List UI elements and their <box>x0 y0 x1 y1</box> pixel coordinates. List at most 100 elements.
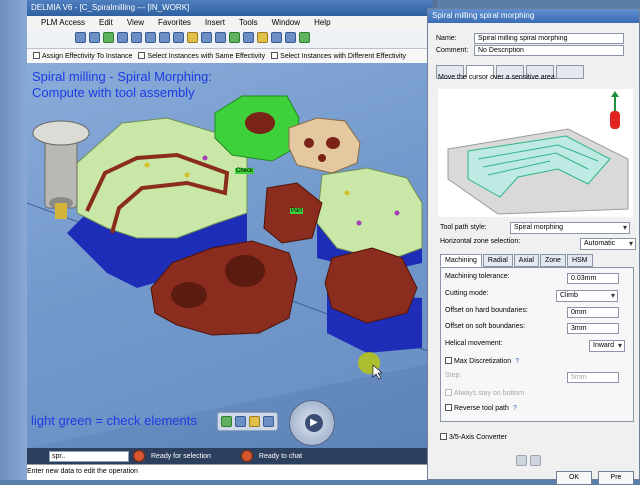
redo-icon[interactable] <box>89 32 100 43</box>
menu-view[interactable]: View <box>127 18 144 29</box>
reverse-tool-path-label: Reverse tool path <box>454 405 509 412</box>
name-label: Name: <box>436 35 457 42</box>
menu-tools[interactable]: Tools <box>239 18 258 29</box>
always-stay-label: Always stay on bottom <box>454 390 525 397</box>
name-field[interactable] <box>474 33 624 44</box>
replay-icon[interactable] <box>235 416 246 427</box>
geometry-preview[interactable] <box>438 89 633 217</box>
analysis-icon[interactable] <box>263 416 274 427</box>
checkbox-icon <box>138 52 146 59</box>
prompt-line: Enter new data to edit the operation <box>27 464 433 480</box>
menu-window[interactable]: Window <box>272 18 300 29</box>
tab-zone[interactable]: Zone <box>539 254 566 267</box>
tolerance-field[interactable] <box>567 273 619 284</box>
reverse-tool-path-option[interactable]: Reverse tool path? <box>445 404 517 412</box>
simulate-icon[interactable] <box>249 416 260 427</box>
tab-radial[interactable]: Radial <box>482 254 513 267</box>
assign-effectivity-option[interactable]: Assign Effectivity To Instance <box>33 52 132 63</box>
step-label: Step: <box>445 372 462 379</box>
help-icon[interactable]: ? <box>513 405 517 412</box>
left-taskbar-strip <box>0 0 27 480</box>
soft-boundaries-label: Offset on soft boundaries: <box>445 323 526 330</box>
tolerance-label: Machining tolerance: <box>445 273 510 280</box>
checkbox-icon <box>440 433 447 440</box>
tab-axial[interactable]: Axial <box>513 254 539 267</box>
operation-dialog: Spiral milling spiral morphing Name: Com… <box>427 8 640 485</box>
properties-icon[interactable] <box>257 32 268 43</box>
preview-button[interactable]: Pre <box>598 471 634 485</box>
status-bar: Ready for selection Ready to chat <box>27 448 433 464</box>
tab-macros[interactable] <box>556 65 584 79</box>
legend-text: light green = check elements <box>31 413 197 428</box>
status-selection-icon <box>133 450 145 462</box>
soft-boundaries-field[interactable] <box>567 323 619 334</box>
axis-converter-option[interactable]: 3/5-Axis Converter <box>440 433 507 441</box>
undo-icon[interactable] <box>75 32 86 43</box>
arrow-icon[interactable] <box>221 416 232 427</box>
cutting-mode-label: Cutting mode: <box>445 290 489 297</box>
horizontal-zone-select[interactable]: Automatic <box>580 238 636 250</box>
navigation-compass[interactable]: ▶ <box>289 400 335 446</box>
replay-tool-icon[interactable] <box>516 455 527 466</box>
tree-icon[interactable] <box>285 32 296 43</box>
effectivity-toolbar: Assign Effectivity To Instance Select In… <box>27 49 433 63</box>
overlay-title-line2: Compute with tool assembly <box>32 85 195 100</box>
comment-field[interactable] <box>474 45 624 56</box>
normal-view-icon[interactable] <box>173 32 184 43</box>
share-icon[interactable] <box>299 32 310 43</box>
cutting-mode-select[interactable]: Climb <box>556 290 618 302</box>
comment-label: Comment: <box>436 47 469 54</box>
hint-text: Move the cursor over a sensitive area. <box>438 74 557 81</box>
search-icon[interactable] <box>271 32 282 43</box>
pan-icon[interactable] <box>117 32 128 43</box>
axis-converter-label: 3/5-Axis Converter <box>449 434 507 441</box>
overlay-title-line1: Spiral milling - Spiral Morphing: <box>32 69 212 84</box>
menu-insert[interactable]: Insert <box>205 18 225 29</box>
model-geometry[interactable] <box>27 63 433 448</box>
checkbox-icon <box>445 404 452 411</box>
rotate-icon[interactable] <box>131 32 142 43</box>
hard-boundaries-label: Offset on hard boundaries: <box>445 307 528 314</box>
iso-view-icon[interactable] <box>187 32 198 43</box>
measure-icon[interactable] <box>243 32 254 43</box>
menu-bar: PLM Access Edit View Favorites Insert To… <box>27 16 433 29</box>
check-label: Check <box>235 168 255 174</box>
fit-all-icon[interactable] <box>103 32 114 43</box>
select-different-effectivity-label: Select Instances with Different Effectiv… <box>280 53 406 60</box>
checkbox-icon <box>445 357 452 364</box>
menu-edit[interactable]: Edit <box>99 18 113 29</box>
window-title: DELMIA V6 - [C_Spiralmilling --- [IN_WOR… <box>27 0 433 16</box>
preview-drawing <box>447 91 629 215</box>
helical-movement-select[interactable]: Inward <box>589 340 625 352</box>
parameter-tabs: Machining Radial Axial Zone HSM <box>440 254 593 267</box>
tool-path-style-label: Tool path style: <box>440 224 487 231</box>
3d-viewport[interactable]: Spiral milling - Spiral Morphing: Comput… <box>27 63 433 448</box>
dialog-small-tools <box>516 455 541 466</box>
tab-machining[interactable]: Machining <box>440 254 482 267</box>
help-icon[interactable]: ? <box>515 358 519 365</box>
select-same-effectivity-option[interactable]: Select Instances with Same Effectivity <box>138 52 265 63</box>
compute-tool-icon[interactable] <box>530 455 541 466</box>
max-discretization-option[interactable]: Max Discretization? <box>445 357 519 365</box>
zoom-in-icon[interactable] <box>145 32 156 43</box>
swap-visible-icon[interactable] <box>229 32 240 43</box>
name-row: Name: <box>436 33 624 44</box>
select-different-effectivity-option[interactable]: Select Instances with Different Effectiv… <box>271 52 406 63</box>
checkbox-icon <box>445 389 452 396</box>
step-field: 5mm <box>567 372 619 383</box>
ok-button[interactable]: OK <box>556 471 592 485</box>
zoom-out-icon[interactable] <box>159 32 170 43</box>
hide-show-icon[interactable] <box>215 32 226 43</box>
command-input[interactable] <box>49 450 129 462</box>
hard-boundaries-field[interactable] <box>567 307 619 318</box>
render-style-icon[interactable] <box>201 32 212 43</box>
main-toolbar <box>27 29 433 49</box>
helical-movement-label: Helical movement: <box>445 340 503 347</box>
menu-help[interactable]: Help <box>314 18 330 29</box>
menu-plm-access[interactable]: PLM Access <box>41 18 85 29</box>
tool-path-style-select[interactable]: Spiral morphing <box>510 222 630 234</box>
assign-effectivity-label: Assign Effectivity To Instance <box>42 53 133 60</box>
menu-favorites[interactable]: Favorites <box>158 18 191 29</box>
play-icon[interactable]: ▶ <box>305 414 323 432</box>
tab-hsm[interactable]: HSM <box>566 254 593 267</box>
